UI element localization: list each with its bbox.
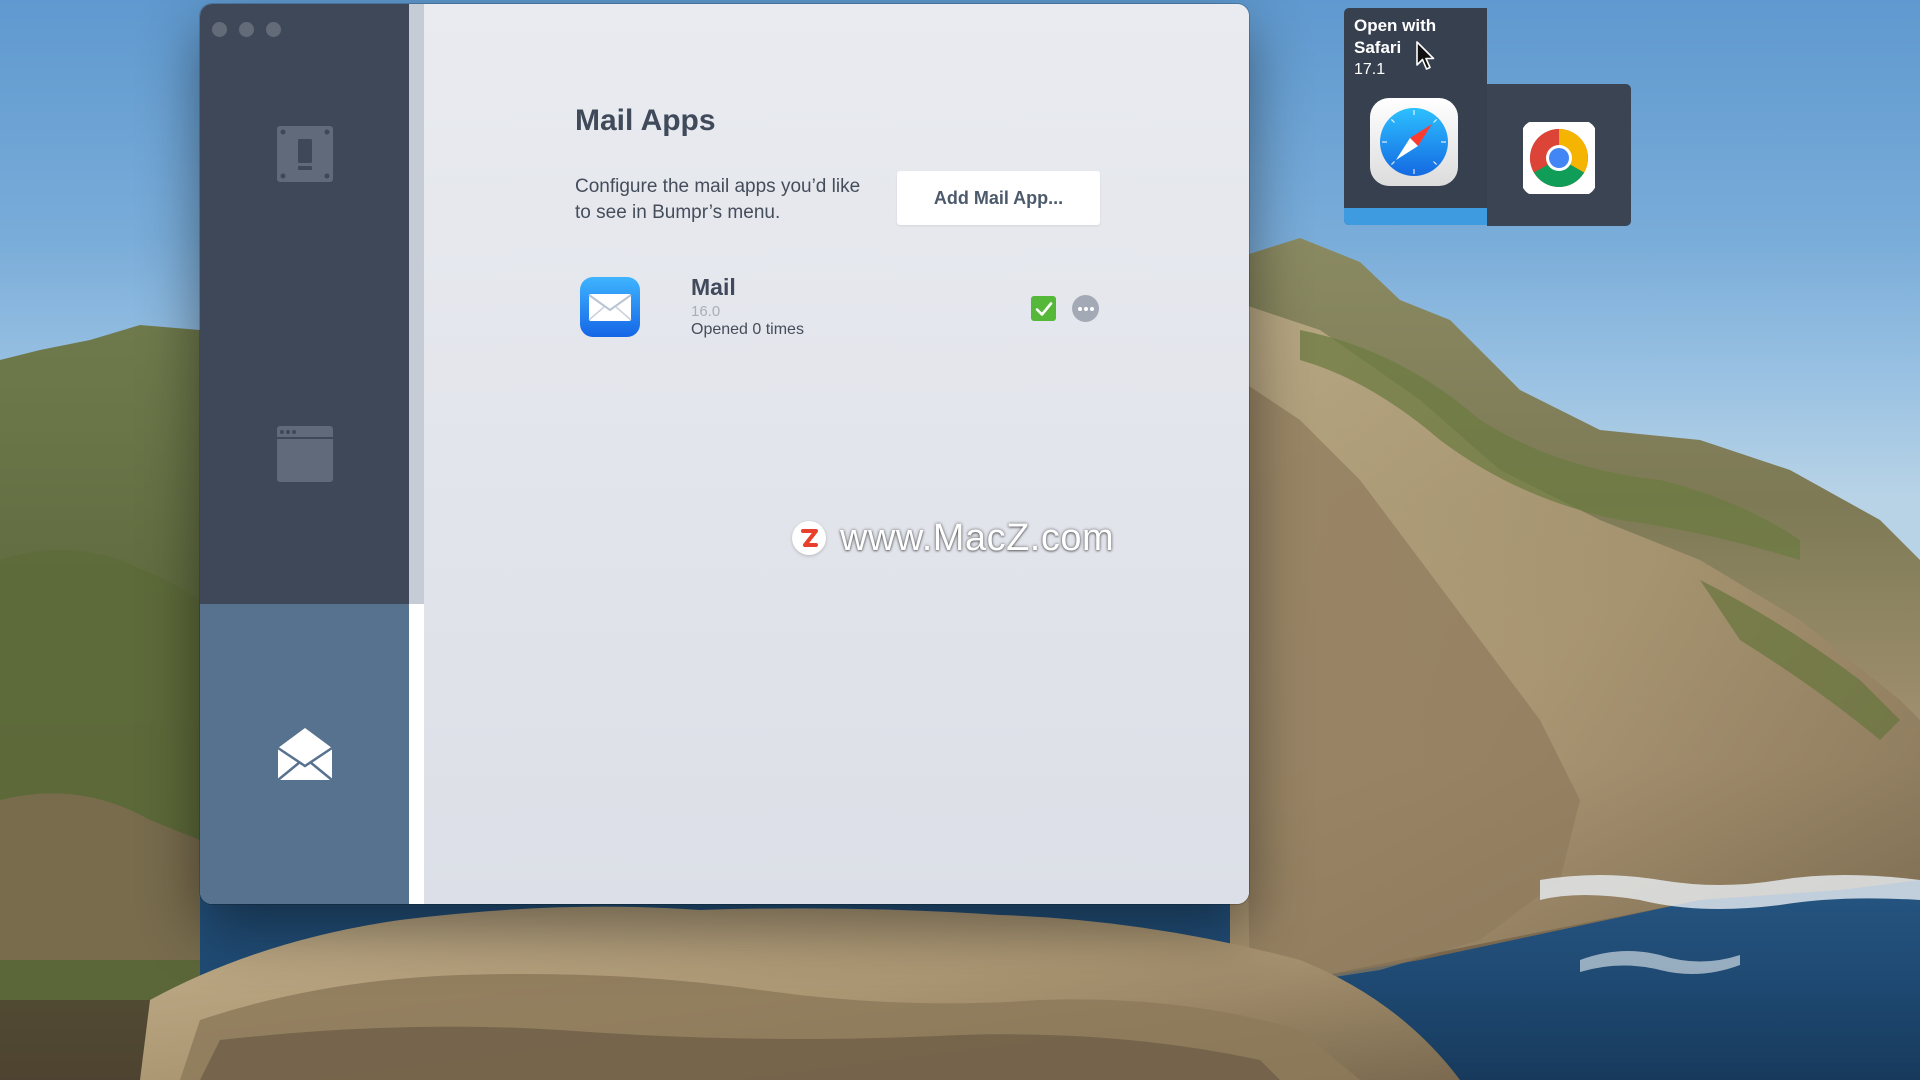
mail-app-name: Mail [691,274,736,300]
preferences-window: Mail Apps Configure the mail apps you’d … [200,4,1249,904]
browser-window-icon [276,426,333,482]
safari-icon [1370,98,1458,186]
watermark: www.MacZ.com [792,516,1115,559]
chooser-tooltip-version: 17.1 [1354,61,1386,78]
sidebar-divider [409,4,424,904]
watermark-logo-icon [792,521,826,555]
mail-app-version: 16.0 [691,303,721,320]
zoom-window-button[interactable] [266,22,281,37]
sidebar-item-window[interactable] [200,304,409,604]
chrome-icon [1523,122,1595,194]
mail-app-enabled-checkbox[interactable] [1031,296,1056,321]
checkmark-icon [1035,301,1052,316]
app-chooser-popup: Open with Safari 17.1 [1344,8,1631,226]
mail-apps-pane: Mail Apps Configure the mail apps you’d … [424,4,1249,904]
sidebar [200,4,409,904]
mail-app-icon [580,277,640,337]
active-section-indicator [409,604,424,904]
page-title: Mail Apps [575,104,716,137]
sidebar-item-browsers[interactable] [200,4,409,304]
z-logo-icon [801,529,818,547]
envelope-icon [276,728,333,781]
mail-app-row: Mail 16.0 Opened 0 times [575,274,1100,344]
page-description: Configure the mail apps you’d like to se… [575,176,861,223]
minimize-window-button[interactable] [239,22,254,37]
chooser-selected-indicator [1344,208,1487,225]
sidebar-item-mail[interactable] [200,604,409,904]
phone-icon [276,126,333,182]
mouse-cursor-icon [1416,41,1435,70]
ellipsis-icon [1077,306,1094,311]
chooser-tooltip-label: Open with Safari [1354,16,1437,57]
mail-app-more-button[interactable] [1072,295,1099,322]
chooser-item-chrome[interactable] [1487,84,1631,226]
add-mail-app-button[interactable]: Add Mail App... [897,171,1100,225]
window-controls [212,22,281,37]
watermark-text: www.MacZ.com [840,516,1115,559]
mail-app-opened-count: Opened 0 times [691,321,804,338]
close-window-button[interactable] [212,22,227,37]
